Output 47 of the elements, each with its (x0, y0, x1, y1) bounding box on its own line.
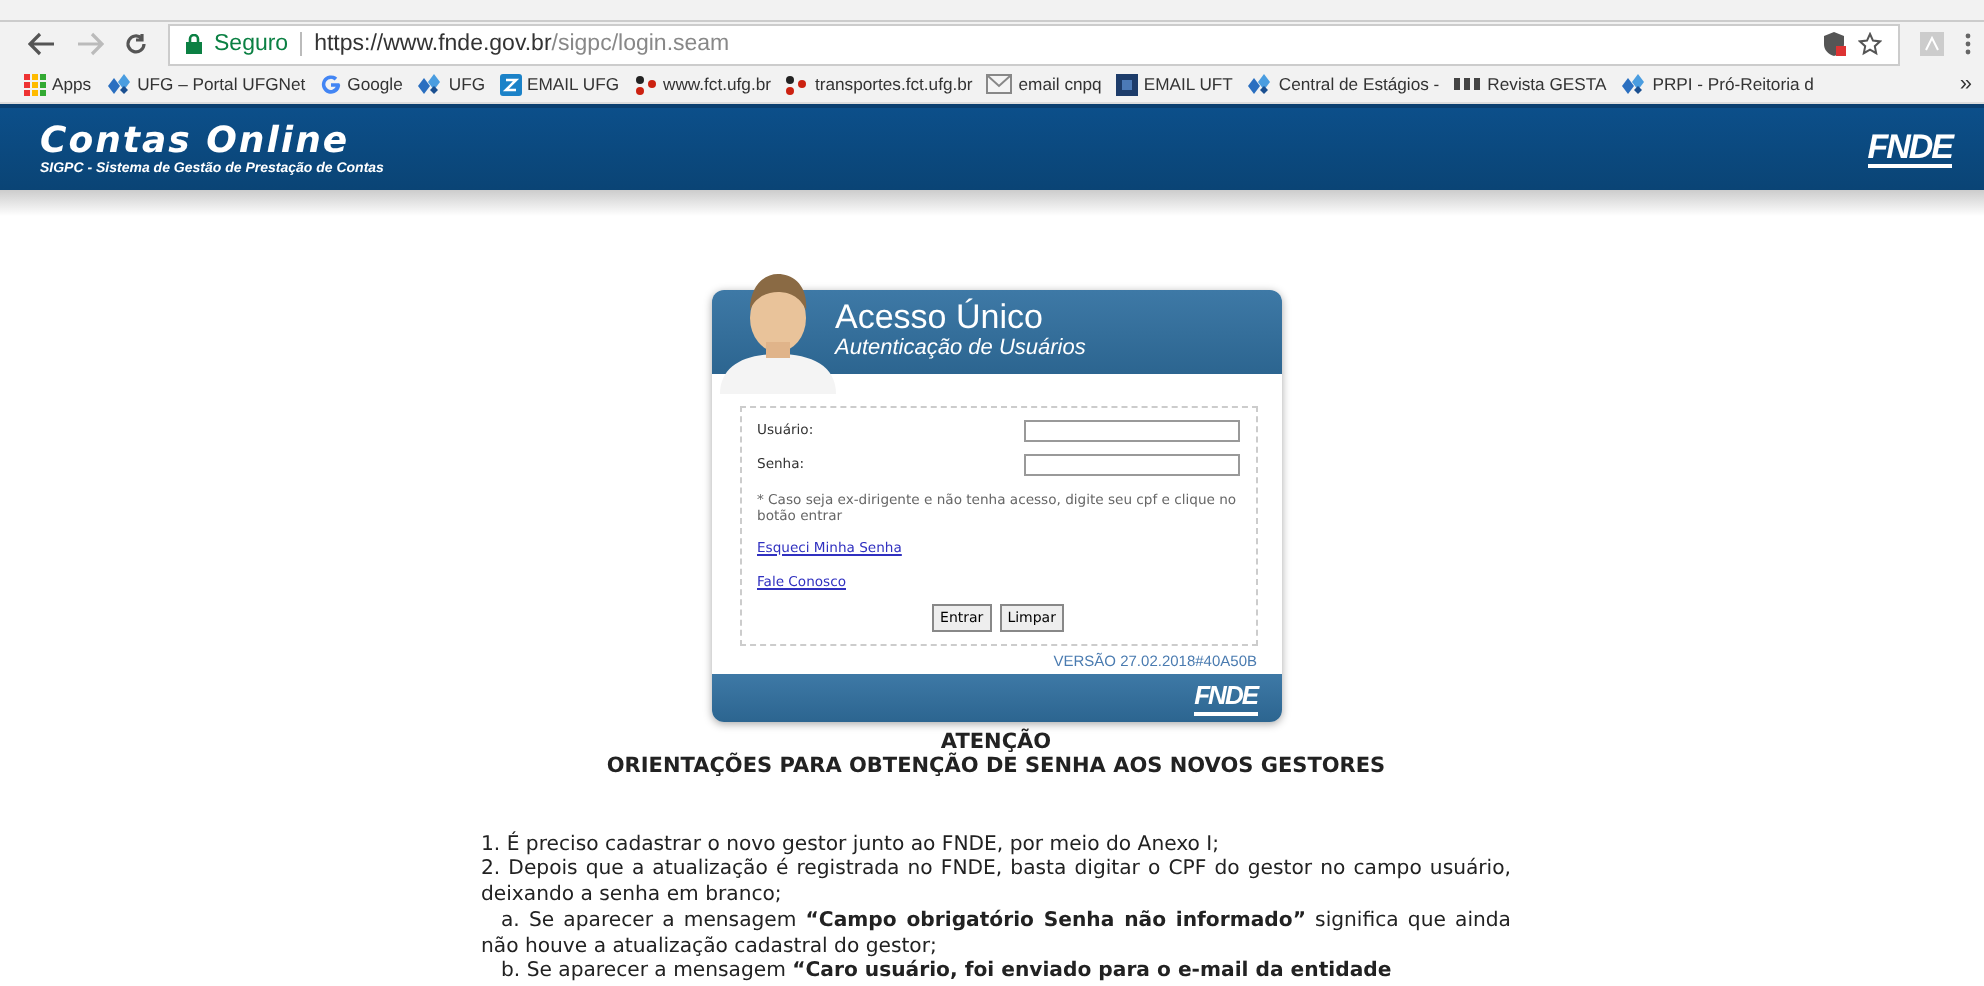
bookmark[interactable]: Google (319, 73, 403, 96)
bookmark[interactable]: EMAIL UFG (499, 73, 619, 96)
dots-icon (784, 73, 809, 96)
lock-icon (186, 34, 202, 55)
logo-text: FNDE (1867, 130, 1952, 169)
shield-icon[interactable] (1824, 32, 1846, 57)
apps-grid-icon (24, 73, 46, 96)
star-icon[interactable] (1858, 32, 1882, 57)
g-logo-icon (319, 73, 342, 96)
cluster-icon (1620, 73, 1647, 96)
instruction-text: 1. É preciso cadastrar o novo gestor junto ao FNDE, por meio do Anexo I; (481, 833, 1222, 857)
card-subtitle: Autenticação de Usuários (835, 335, 1086, 360)
reload-icon[interactable] (124, 32, 148, 57)
bookmark[interactable]: UFG – Portal UFGNet (105, 73, 306, 96)
bookmark[interactable]: EMAIL UFT (1115, 73, 1233, 96)
input-field[interactable] (1023, 419, 1239, 442)
notice-subheading: ORIENTAÇÕES PARA OBTENÇÃO DE SENHA AOS NOVOS GESTORES (606, 753, 1386, 778)
dots-icon (633, 73, 657, 96)
square-icon (1115, 73, 1138, 96)
back-icon[interactable] (28, 32, 56, 57)
app-title: Contas Online (40, 122, 350, 163)
bookmark[interactable]: UFG (416, 73, 485, 96)
notice-heading: ATENÇÃO (940, 729, 1052, 754)
address-bar[interactable]: Seguro https://www.fnde.gov.br/sigpc/login.seam (168, 23, 1900, 66)
bookmark[interactable]: email cnpq (986, 74, 1102, 95)
menu-icon[interactable] (1964, 32, 1972, 57)
bookmark[interactable]: PRPI - Pró-Reitoria d (1620, 73, 1814, 96)
bookmark[interactable]: Central de Estágios - (1246, 73, 1440, 96)
bookmark[interactable]: Apps (24, 73, 92, 96)
envelope-icon (986, 74, 1013, 95)
logo-text: FNDE (1194, 678, 1257, 717)
instruction-text: 2. Depois que a atualização é registrada no FNDE, basta digitar o CPF do gestor no campo usuário, deixando a senha em branco; (481, 858, 1511, 909)
security-label: Seguro (214, 32, 289, 57)
bookmarks-overflow[interactable]: » (1959, 72, 1972, 97)
bookmark[interactable]: transportes.fct.ufg.br (784, 73, 973, 96)
cluster-icon (1246, 73, 1273, 96)
cluster-icon (416, 73, 443, 96)
instruction-text: b. Se aparecer a mensagem “Caro usuário, foi enviado para o e-mail da entidade (499, 960, 1394, 986)
card-title: Acesso Único (835, 299, 1045, 336)
bookmark[interactable]: www.fct.ufg.br (633, 73, 771, 96)
z-square-icon (499, 73, 521, 96)
cluster-icon (105, 73, 132, 96)
url-text: https://www.fnde.gov.br/sigpc/login.seam (314, 32, 730, 57)
logo-mark-icon (1453, 76, 1482, 93)
instruction-text: a. Se aparecer a mensagem “Campo obrigatório Senha não informado” significa que ainda não houve a atualização cadastral do gestor; (481, 909, 1511, 959)
bookmark[interactable]: Revista GESTA (1453, 74, 1607, 95)
input-field[interactable] (1023, 453, 1239, 476)
